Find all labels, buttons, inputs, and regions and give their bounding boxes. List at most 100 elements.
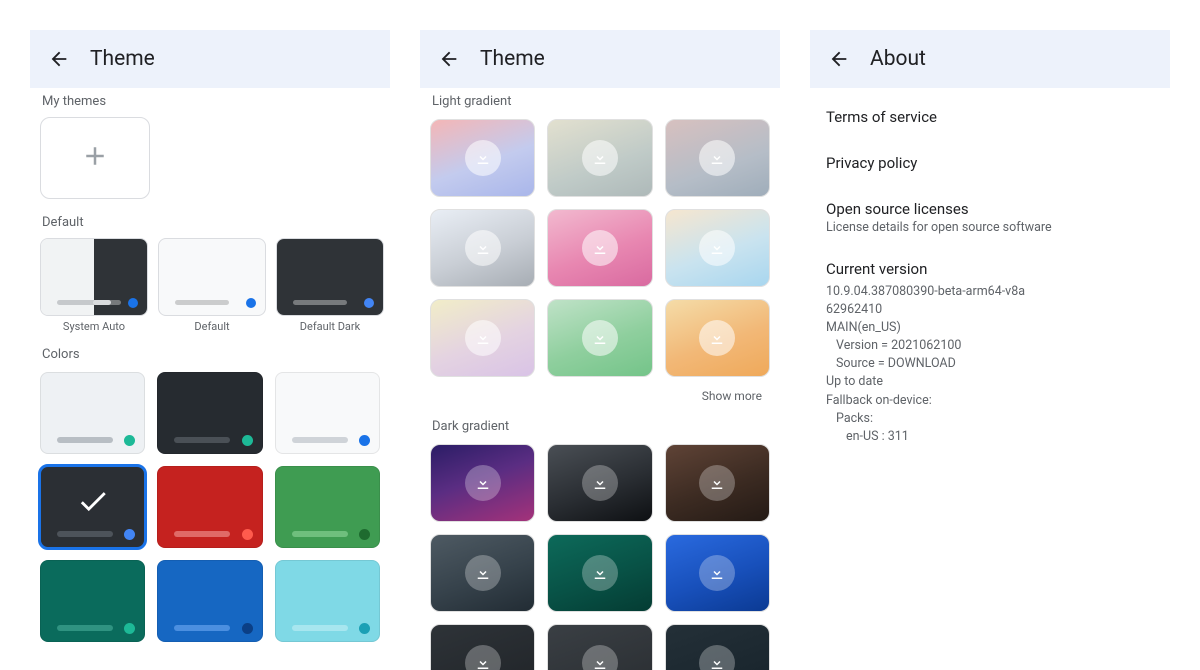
default-theme-tile[interactable] — [40, 238, 148, 316]
download-icon — [582, 465, 618, 501]
default-label: Default — [34, 203, 386, 236]
light-gradient-tile[interactable] — [665, 209, 770, 287]
color-theme-tile[interactable] — [275, 372, 380, 454]
download-icon — [699, 645, 735, 670]
back-icon[interactable] — [48, 48, 70, 70]
color-theme-tile[interactable] — [275, 560, 380, 642]
download-icon — [582, 230, 618, 266]
accent-dot-icon — [364, 298, 374, 308]
back-icon[interactable] — [438, 48, 460, 70]
my-themes-label: My themes — [34, 88, 386, 115]
accent-dot-icon — [246, 298, 256, 308]
version-line: MAIN(en_US) — [826, 319, 1154, 337]
version-line: 10.9.04.387080390-beta-arm64-v8a — [826, 283, 1154, 301]
download-icon — [699, 320, 735, 356]
color-theme-tile[interactable] — [157, 466, 262, 548]
colors-label: Colors — [34, 335, 386, 368]
plus-icon — [80, 141, 110, 175]
accent-dot-icon — [242, 623, 253, 634]
light-gradient-tile[interactable] — [430, 299, 535, 377]
open-source-licenses-item[interactable]: Open source licenses License details for… — [810, 186, 1170, 249]
color-theme-tile[interactable] — [275, 466, 380, 548]
item-label: Privacy policy — [826, 154, 917, 172]
theme-colors-panel: Theme My themes Default System AutoDefau… — [30, 30, 390, 670]
download-icon — [699, 555, 735, 591]
light-gradient-tile[interactable] — [547, 209, 652, 287]
accent-dot-icon — [124, 623, 135, 634]
download-icon — [465, 230, 501, 266]
appbar: Theme — [30, 30, 390, 88]
version-line: Fallback on-device: — [826, 392, 1154, 410]
color-theme-tile[interactable] — [40, 466, 145, 548]
version-heading: Current version — [826, 259, 1154, 281]
color-theme-tile[interactable] — [157, 560, 262, 642]
dark-gradient-tile[interactable] — [665, 624, 770, 670]
dark-gradient-tile[interactable] — [665, 444, 770, 522]
light-gradient-tile[interactable] — [430, 209, 535, 287]
version-line: Packs: — [826, 410, 1154, 428]
item-label: Terms of service — [826, 108, 937, 126]
download-icon — [465, 465, 501, 501]
accent-dot-icon — [128, 298, 138, 308]
theme-gradients-panel: Theme Light gradient Show more Dark grad… — [420, 30, 780, 670]
add-theme-tile[interactable] — [40, 117, 150, 199]
privacy-policy-item[interactable]: Privacy policy — [810, 140, 1170, 186]
accent-dot-icon — [124, 435, 135, 446]
version-line: Up to date — [826, 373, 1154, 391]
version-block: Current version 10.9.04.387080390-beta-a… — [810, 249, 1170, 456]
color-theme-tile[interactable] — [157, 372, 262, 454]
light-gradient-tile[interactable] — [547, 119, 652, 197]
version-line: 62962410 — [826, 301, 1154, 319]
dark-gradient-tile[interactable] — [430, 444, 535, 522]
download-icon — [582, 320, 618, 356]
version-line: Version = 2021062100 — [826, 337, 1154, 355]
light-gradient-label: Light gradient — [424, 88, 776, 115]
dark-gradient-tile[interactable] — [430, 534, 535, 612]
color-theme-tile[interactable] — [40, 372, 145, 454]
tile-caption: Default Dark — [276, 320, 384, 333]
accent-dot-icon — [242, 435, 253, 446]
light-gradient-tile[interactable] — [665, 119, 770, 197]
item-label: Open source licenses — [826, 200, 969, 218]
dark-gradient-tile[interactable] — [547, 534, 652, 612]
show-more-link[interactable]: Show more — [424, 381, 776, 407]
dark-gradient-tile[interactable] — [430, 624, 535, 670]
dark-gradient-label: Dark gradient — [424, 407, 776, 440]
accent-dot-icon — [359, 435, 370, 446]
light-gradient-tile[interactable] — [665, 299, 770, 377]
dark-gradient-tile[interactable] — [547, 624, 652, 670]
download-icon — [465, 555, 501, 591]
download-icon — [582, 140, 618, 176]
light-gradient-tile[interactable] — [430, 119, 535, 197]
default-theme-tile[interactable] — [158, 238, 266, 316]
appbar-title: Theme — [90, 47, 155, 71]
terms-of-service-item[interactable]: Terms of service — [810, 94, 1170, 140]
accent-dot-icon — [359, 529, 370, 540]
download-icon — [582, 555, 618, 591]
tile-caption: Default — [158, 320, 266, 333]
appbar-title: About — [870, 47, 926, 71]
download-icon — [699, 465, 735, 501]
appbar: Theme — [420, 30, 780, 88]
default-theme-tile[interactable] — [276, 238, 384, 316]
version-line: Source = DOWNLOAD — [826, 355, 1154, 373]
download-icon — [465, 140, 501, 176]
color-theme-tile[interactable] — [40, 560, 145, 642]
download-icon — [699, 140, 735, 176]
about-panel: About Terms of service Privacy policy Op… — [810, 30, 1170, 670]
version-line: en-US : 311 — [826, 428, 1154, 446]
download-icon — [465, 645, 501, 670]
accent-dot-icon — [124, 529, 135, 540]
back-icon[interactable] — [828, 48, 850, 70]
dark-gradient-tile[interactable] — [665, 534, 770, 612]
download-icon — [699, 230, 735, 266]
light-gradient-tile[interactable] — [547, 299, 652, 377]
download-icon — [582, 645, 618, 670]
item-sublabel: License details for open source software — [826, 220, 1154, 235]
appbar-title: Theme — [480, 47, 545, 71]
appbar: About — [810, 30, 1170, 88]
dark-gradient-tile[interactable] — [547, 444, 652, 522]
checkmark-icon — [76, 484, 110, 522]
accent-dot-icon — [359, 623, 370, 634]
accent-dot-icon — [242, 529, 253, 540]
